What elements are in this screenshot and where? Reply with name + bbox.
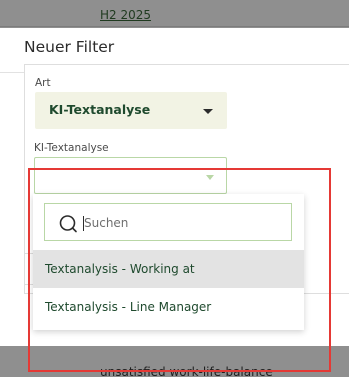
- chevron-down-icon: [206, 175, 214, 180]
- art-select-value: KI-Textanalyse: [49, 102, 151, 117]
- ki-textanalyse-select[interactable]: [34, 157, 227, 194]
- dropdown-option-line-manager[interactable]: Textanalysis - Line Manager: [33, 288, 304, 326]
- chevron-down-icon: [203, 109, 213, 114]
- ki-textanalyse-dropdown: Suchen Textanalysis - Working at Textana…: [33, 194, 304, 330]
- background-divider: [0, 26, 349, 27]
- ki-textanalyse-label: KI-Textanalyse: [34, 142, 109, 154]
- dropdown-search-field[interactable]: Suchen: [44, 203, 292, 241]
- search-input[interactable]: Suchen: [84, 216, 128, 230]
- dropdown-option-working-at[interactable]: Textanalysis - Working at: [33, 250, 304, 288]
- period-header: H2 2025: [100, 8, 152, 22]
- art-label: Art: [35, 77, 51, 89]
- background-row-text: unsatisfied work-life-balance: [100, 365, 273, 377]
- modal-title: Neuer Filter: [24, 38, 115, 56]
- art-select[interactable]: KI-Textanalyse: [35, 92, 227, 129]
- search-icon: [59, 215, 77, 233]
